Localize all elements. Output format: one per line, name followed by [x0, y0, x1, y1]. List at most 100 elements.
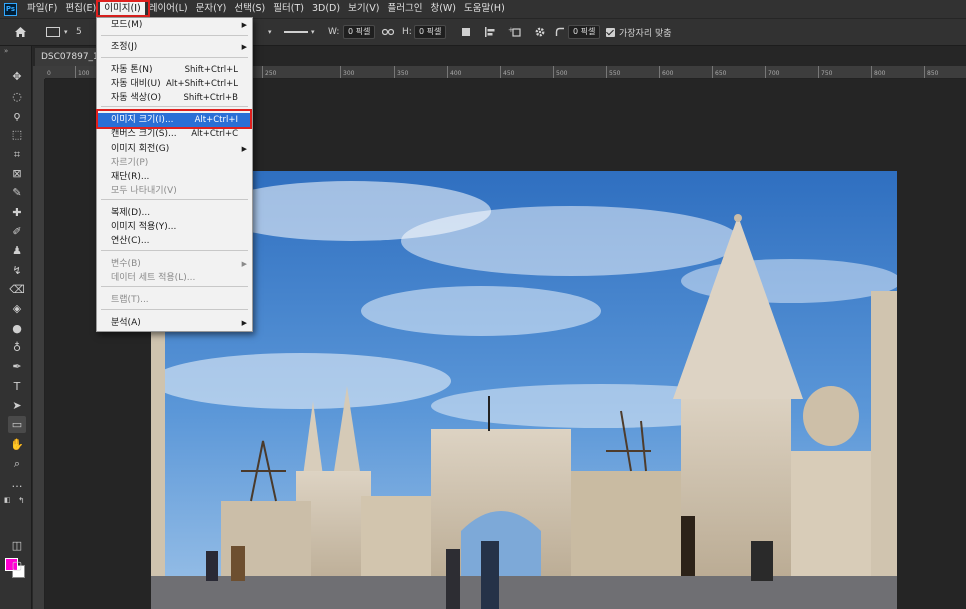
menu-item[interactable]: 복제(D)...: [97, 206, 252, 220]
menu-separator: [101, 199, 248, 200]
swap-colors-icon[interactable]: ↰: [18, 496, 25, 505]
crop-tool-icon[interactable]: ⌗: [8, 146, 26, 163]
align-edges-checkbox[interactable]: 가장자리 맞춤: [606, 24, 672, 40]
menu-item-label: 자르기(P): [111, 158, 149, 168]
menu-item[interactable]: 자동 대비(U) Alt+Shift+Ctrl+L: [97, 77, 252, 91]
dodge-tool-icon[interactable]: ♁: [8, 339, 26, 356]
pen-tool-icon[interactable]: ✒: [8, 358, 26, 375]
menu-item-shortcut: Shift+Ctrl+L: [184, 65, 238, 75]
submenu-arrow-icon: ▶: [241, 319, 247, 327]
path-alignment-icon[interactable]: [484, 24, 496, 40]
panel-collapse-icon[interactable]: »: [4, 47, 8, 55]
menu-separator: [101, 106, 248, 107]
menu-layer[interactable]: 레이어(L): [145, 0, 192, 18]
healing-brush-tool-icon[interactable]: ✚: [8, 204, 26, 221]
move-tool-icon[interactable]: ✥: [8, 68, 26, 85]
marquee-tool-icon[interactable]: ◌: [8, 88, 26, 105]
menu-separator: [101, 250, 248, 251]
quick-mask-icon[interactable]: ◫: [8, 537, 26, 554]
menu-help[interactable]: 도움말(H): [460, 0, 509, 18]
photoshop-logo-icon: Ps: [4, 2, 17, 16]
menu-edit[interactable]: 편집(E): [61, 0, 100, 18]
menu-item-shortcut: Shift+Ctrl+B: [183, 93, 238, 103]
menu-window[interactable]: 창(W): [426, 0, 460, 18]
height-input[interactable]: 0 픽셀: [414, 25, 447, 39]
chevron-down-icon: ▾: [268, 28, 272, 36]
menu-item[interactable]: 재단(R)...: [97, 170, 252, 184]
chevron-down-icon: ▾: [64, 28, 68, 36]
vertical-ruler[interactable]: [33, 79, 45, 609]
clone-stamp-tool-icon[interactable]: ♟: [8, 242, 26, 259]
screen-mode-icon[interactable]: ▢: [8, 557, 26, 574]
menu-view[interactable]: 보기(V): [344, 0, 383, 18]
stroke-line-icon: [284, 31, 308, 33]
menu-item-label: 이미지 적용(Y)...: [111, 222, 177, 232]
zoom-tool-icon[interactable]: ⌕: [8, 455, 26, 472]
menu-item-label: 자동 대비(U): [111, 79, 161, 89]
menu-item-label: 이미지 회전(G): [111, 144, 170, 154]
lasso-tool-icon[interactable]: ϙ: [8, 107, 26, 124]
ruler-tick-label: 850: [923, 66, 939, 78]
menu-item-label: 자동 톤(N): [111, 65, 153, 75]
eyedropper-tool-icon[interactable]: ✎: [8, 184, 26, 201]
object-selection-tool-icon[interactable]: ⬚: [8, 126, 26, 143]
brush-tool-icon[interactable]: ✐: [8, 223, 26, 240]
stroke-dropdown-chevron[interactable]: ▾: [268, 24, 272, 40]
default-colors-icon[interactable]: ◧: [4, 496, 11, 504]
submenu-arrow-icon: ▶: [241, 260, 247, 268]
ruler-tick-label: 450: [499, 66, 515, 78]
type-tool-icon[interactable]: T: [8, 378, 26, 395]
shape-preset-button[interactable]: ▾: [46, 24, 68, 40]
tools-panel: » ✥ ◌ ϙ ⬚ ⌗ ⊠ ✎ ✚ ✐ ♟ ↯ ⌫ ◈ ● ♁ ✒ T ➤ ▭ …: [0, 46, 32, 609]
hand-tool-icon[interactable]: ✋: [8, 436, 26, 453]
width-input[interactable]: 0 픽셀: [343, 25, 376, 39]
ruler-tick-label: 550: [605, 66, 621, 78]
menu-plugins[interactable]: 플러그인: [383, 0, 426, 18]
gear-icon[interactable]: [534, 24, 546, 40]
menu-item[interactable]: 자르기(P): [97, 156, 252, 170]
menu-filter[interactable]: 필터(T): [269, 0, 308, 18]
path-operations-icon[interactable]: [462, 24, 470, 40]
menu-item[interactable]: 트랩(T)...: [97, 293, 252, 307]
path-arrangement-icon[interactable]: +: [508, 24, 522, 40]
menu-item[interactable]: 이미지 적용(Y)...: [97, 220, 252, 234]
menu-item[interactable]: 조정(J) ▶: [97, 40, 252, 54]
width-label: W:: [328, 27, 340, 37]
history-brush-tool-icon[interactable]: ↯: [8, 262, 26, 279]
eraser-tool-icon[interactable]: ⌫: [8, 281, 26, 298]
menu-item[interactable]: 자동 톤(N) Shift+Ctrl+L: [97, 63, 252, 77]
menu-item[interactable]: 모두 나타내기(V): [97, 184, 252, 198]
document-photo[interactable]: [151, 171, 897, 609]
more-tools-icon[interactable]: …: [8, 475, 26, 492]
menu-item-label: 변수(B): [111, 259, 141, 269]
menu-file[interactable]: 파일(F): [23, 0, 61, 18]
menu-item[interactable]: 데이터 세트 적용(L)...: [97, 271, 252, 285]
ruler-tick-label: 800: [870, 66, 886, 78]
menu-item[interactable]: 캔버스 크기(S)... Alt+Ctrl+C: [97, 127, 252, 141]
menu-item[interactable]: 변수(B) ▶: [97, 257, 252, 271]
frame-tool-icon[interactable]: ⊠: [8, 165, 26, 182]
corner-radius-input[interactable]: 0 픽셀: [568, 25, 601, 39]
stroke-type-select[interactable]: ▾: [284, 24, 315, 40]
menu-select[interactable]: 선택(S): [230, 0, 269, 18]
submenu-arrow-icon: ▶: [241, 21, 247, 29]
menu-item[interactable]: 모드(M) ▶: [97, 18, 252, 32]
paint-bucket-tool-icon[interactable]: ◈: [8, 300, 26, 317]
menu-item-label: 분석(A): [111, 318, 141, 328]
fishermans-bastion-photo: [151, 171, 897, 609]
link-dimensions-icon[interactable]: [382, 24, 394, 40]
ruler-origin[interactable]: [33, 66, 45, 79]
menu-item[interactable]: 자동 색상(O) Shift+Ctrl+B: [97, 91, 252, 105]
svg-text:+: +: [508, 26, 514, 34]
path-selection-tool-icon[interactable]: ➤: [8, 397, 26, 414]
checkbox-checked-icon: [606, 27, 615, 37]
menu-item[interactable]: 이미지 회전(G) ▶: [97, 142, 252, 156]
menu-item[interactable]: 분석(A) ▶: [97, 316, 252, 330]
rectangle-tool-icon[interactable]: ▭: [8, 416, 26, 433]
menu-item[interactable]: 연산(C)...: [97, 234, 252, 248]
menu-3d[interactable]: 3D(D): [308, 0, 344, 18]
ruler-tick-label: 500: [552, 66, 568, 78]
home-button[interactable]: [14, 24, 27, 40]
blur-tool-icon[interactable]: ●: [8, 320, 26, 337]
menu-type[interactable]: 문자(Y): [192, 0, 231, 18]
